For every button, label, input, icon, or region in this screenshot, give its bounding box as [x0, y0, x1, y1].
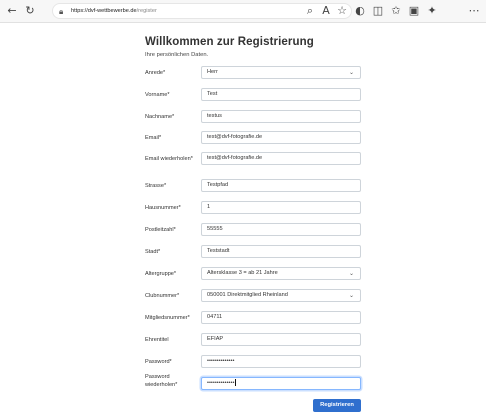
mitgliedsnummer-label: Mitgliedsnummer* — [145, 315, 190, 321]
clubnummer-select[interactable]: 050001 Direktmitglied Rheinland ⌄ — [201, 289, 361, 302]
ehrentitel-label: Ehrentitel — [145, 337, 169, 343]
lock-icon[interactable]: 🔒︎ — [59, 5, 63, 18]
altergruppe-value: Altersklasse 3 = ab 21 Jahre — [207, 270, 278, 276]
postleitzahl-input[interactable]: 55555 — [201, 223, 361, 236]
chevron-down-icon: ⌄ — [348, 270, 354, 277]
favorites-icon[interactable]: ✩ — [388, 3, 404, 19]
hausnummer-input[interactable]: 1 — [201, 201, 361, 214]
strasse-label: Strasse* — [145, 183, 167, 189]
mitgliedsnummer-input[interactable]: 04711 — [201, 311, 361, 324]
stadt-label: Stadt* — [145, 249, 161, 255]
password-repeat-input[interactable]: •••••••••••••• — [201, 377, 361, 390]
password-input[interactable]: •••••••••••••• — [201, 355, 361, 368]
password-label: Password* — [145, 359, 172, 365]
chevron-down-icon: ⌄ — [348, 292, 354, 299]
search-icon[interactable]: ⌕ — [302, 3, 318, 19]
email-label: Email* — [145, 135, 162, 141]
more-icon[interactable]: ⋯ — [466, 3, 482, 19]
back-arrow-icon[interactable]: ← — [4, 3, 20, 19]
ehrentitel-input[interactable]: EFIAP — [201, 333, 361, 346]
refresh-icon[interactable]: ↻ — [22, 3, 38, 19]
anrede-label: Anrede* — [145, 70, 166, 76]
email-input[interactable]: test@dvf-fotografie.de — [201, 131, 361, 144]
split-screen-icon[interactable]: ◫ — [370, 3, 386, 19]
email-repeat-label: Email wiederholen* — [145, 156, 193, 162]
altergruppe-label: Altergruppe* — [145, 271, 177, 277]
extension-icon[interactable]: ◐ — [352, 3, 368, 19]
star-icon[interactable]: ☆ — [334, 3, 350, 19]
nachname-input[interactable]: testus — [201, 110, 361, 123]
strasse-input[interactable]: Testpfad — [201, 179, 361, 192]
password-repeat-value: •••••••••••••• — [207, 380, 235, 386]
read-aloud-icon[interactable]: A — [318, 3, 334, 19]
postleitzahl-label: Postleitzahl* — [145, 227, 176, 233]
url-text: https://dvf-wettbewerbe.de/register — [71, 8, 157, 14]
chevron-down-icon: ⌄ — [348, 69, 354, 76]
text-caret — [234, 379, 236, 387]
altergruppe-select[interactable]: Altersklasse 3 = ab 21 Jahre ⌄ — [201, 267, 361, 280]
hausnummer-label: Hausnummer* — [145, 205, 181, 211]
anrede-select[interactable]: Herr ⌄ — [201, 66, 361, 79]
copilot-icon[interactable]: ✦ — [424, 3, 440, 19]
password-repeat-label: Password wiederholen* — [145, 374, 178, 388]
collections-icon[interactable]: ▣ — [406, 3, 422, 19]
anrede-value: Herr — [207, 69, 218, 75]
nachname-label: Nachname* — [145, 114, 175, 120]
page-subtitle: Ihre persönlichen Daten. — [145, 52, 209, 58]
clubnummer-value: 050001 Direktmitglied Rheinland — [207, 292, 288, 298]
page-title: Willkommen zur Registrierung — [145, 36, 314, 48]
vorname-label: Vorname* — [145, 92, 170, 98]
browser-toolbar: ← ↻ 🔒︎ https://dvf-wettbewerbe.de/regist… — [0, 0, 486, 23]
register-button[interactable]: Registrieren — [313, 399, 361, 412]
stadt-input[interactable]: Teststadt — [201, 245, 361, 258]
clubnummer-label: Clubnummer* — [145, 293, 180, 299]
vorname-input[interactable]: Test — [201, 88, 361, 101]
email-repeat-input[interactable]: test@dvf-fotografie.de — [201, 152, 361, 165]
